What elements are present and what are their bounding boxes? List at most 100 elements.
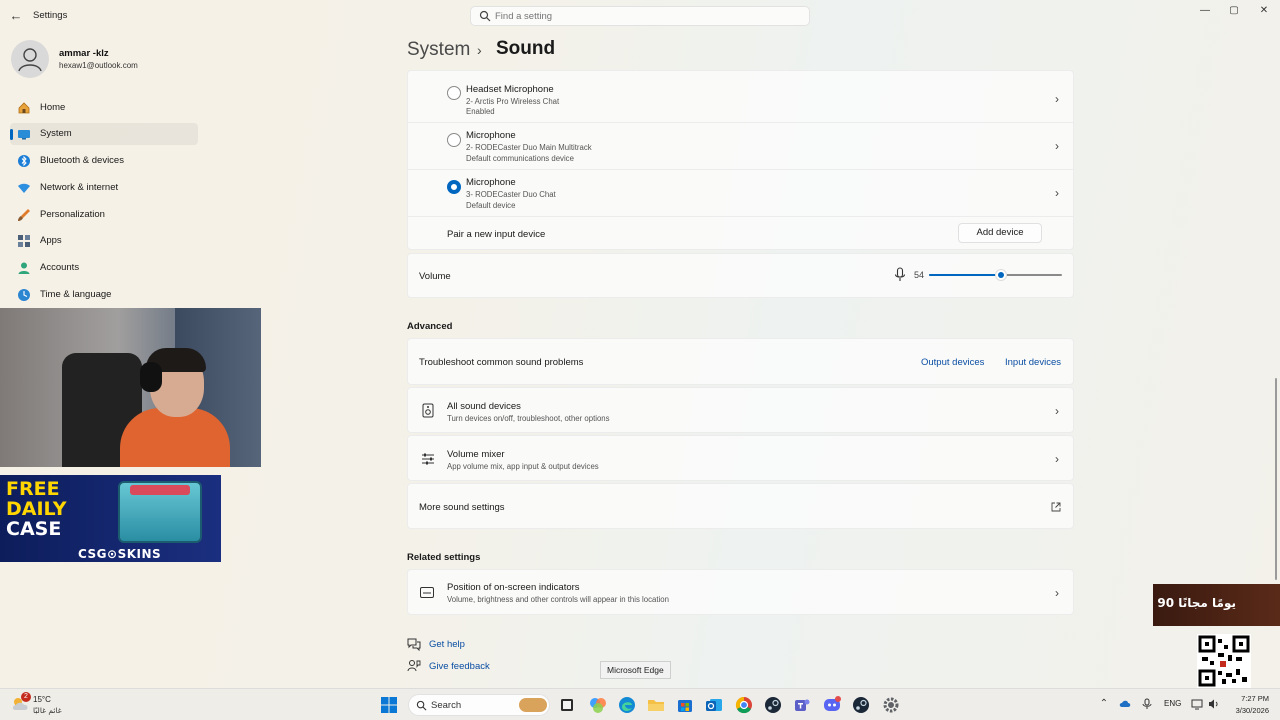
chrome-icon[interactable] [734, 695, 754, 715]
sidebar-item-bluetooth[interactable]: Bluetooth & devices [10, 150, 198, 172]
volume-icon[interactable] [1208, 698, 1220, 710]
settings-gear-icon[interactable] [881, 695, 901, 715]
mixer-icon [422, 453, 434, 465]
edge-icon[interactable] [617, 695, 637, 715]
all-sound-devices-row[interactable]: All sound devices Turn devices on/off, t… [407, 387, 1074, 433]
sidebar-item-label: Accounts [40, 262, 80, 273]
tray-microphone-icon[interactable] [1141, 698, 1153, 710]
title-bar: ← Settings — ▢ ✕ [0, 0, 1280, 32]
onscreen-indicators-row[interactable]: Position of on-screen indicators Volume,… [407, 569, 1074, 615]
store-icon[interactable] [675, 695, 695, 715]
chevron-right-icon: › [1055, 186, 1059, 200]
volume-value: 54 [914, 270, 925, 280]
search-icon [479, 10, 491, 22]
avatar[interactable] [11, 40, 49, 78]
teams-icon[interactable] [792, 695, 812, 715]
volume-slider[interactable] [929, 269, 1062, 281]
device-detail: 2- RODECaster Duo Main Multitrack [466, 143, 592, 152]
input-device-row[interactable]: Headset Microphone 2- Arctis Pro Wireles… [408, 71, 1073, 122]
ad-headline: FREE DAILY CASE [6, 479, 96, 539]
minimize-button[interactable]: — [1195, 4, 1215, 18]
sidebar-item-label: Time & language [40, 289, 112, 300]
sidebar-item-personalization[interactable]: Personalization [10, 204, 198, 226]
windows-start-icon[interactable] [381, 697, 397, 713]
apps-icon [18, 235, 30, 247]
sidebar-item-system[interactable]: System [10, 123, 198, 145]
all-sound-devices-label: All sound devices [447, 401, 521, 412]
settings-search-box[interactable] [470, 6, 810, 26]
sidebar-item-accounts[interactable]: Accounts [10, 257, 198, 279]
webcam-headset [140, 362, 162, 392]
user-email: hexaw1@outlook.com [59, 61, 138, 70]
device-detail: 3- RODECaster Duo Chat [466, 190, 556, 199]
weather-condition: غائم غالبًا [33, 706, 62, 715]
sidebar-item-label: Home [40, 102, 66, 113]
input-devices-link[interactable]: Input devices [1005, 357, 1061, 368]
display-icon[interactable] [1191, 698, 1203, 710]
breadcrumb-parent[interactable]: System [407, 39, 470, 61]
sidebar-item-network[interactable]: Network & internet [10, 177, 198, 199]
onscreen-indicators-sub: Volume, brightness and other controls wi… [447, 595, 669, 604]
accounts-icon [18, 262, 30, 274]
volume-mixer-row[interactable]: Volume mixer App volume mix, app input &… [407, 435, 1074, 481]
user-name: ammar -klz [59, 48, 109, 59]
clock-time: 7:27 PM [1241, 694, 1269, 703]
chevron-right-icon: › [1055, 92, 1059, 106]
qr-code-icon [1197, 634, 1251, 688]
ad-brand: CSG⊙SKINS [78, 547, 162, 561]
open-external-icon [1051, 502, 1061, 512]
more-sound-settings-row[interactable]: More sound settings [407, 483, 1074, 529]
volume-slider-thumb[interactable] [994, 269, 1007, 281]
copilot-icon[interactable] [588, 695, 608, 715]
device-status: Enabled [466, 107, 495, 116]
input-device-row[interactable]: Microphone 3- RODECaster Duo Chat Defaul… [408, 170, 1073, 216]
device-name: Microphone [466, 130, 516, 141]
taskbar-search[interactable]: Search [408, 694, 550, 716]
language-indicator[interactable]: ENG [1164, 699, 1181, 708]
device-radio[interactable] [447, 133, 461, 147]
add-device-button[interactable]: Add device [958, 223, 1042, 243]
get-help-link[interactable]: Get help [429, 639, 465, 650]
sidebar-item-time-language[interactable]: Time & language [10, 284, 198, 306]
outlook-icon[interactable] [704, 695, 724, 715]
device-radio-selected[interactable] [447, 180, 461, 194]
promo-ad-banner[interactable]: 90 يومًا مجانًا [1153, 584, 1280, 626]
advanced-heading: Advanced [407, 321, 453, 332]
all-sound-devices-sub: Turn devices on/off, troubleshoot, other… [447, 414, 610, 423]
task-view-icon[interactable] [557, 695, 577, 715]
device-status: Default communications device [466, 154, 574, 163]
back-arrow-icon[interactable]: ← [8, 8, 24, 24]
give-feedback-link[interactable]: Give feedback [429, 661, 490, 672]
search-icon [416, 700, 427, 711]
cloud-sync-icon[interactable] [1119, 698, 1131, 710]
search-input[interactable] [495, 9, 795, 24]
file-explorer-icon[interactable] [646, 695, 666, 715]
speaker-icon [422, 403, 434, 418]
maximize-button[interactable]: ▢ [1224, 4, 1244, 18]
chevron-up-icon[interactable]: ⌃ [1098, 698, 1110, 710]
weather-badge: 2 [21, 692, 31, 702]
ad-line-2: DAILY [6, 498, 67, 520]
network-icon [18, 183, 30, 193]
breadcrumb-separator: › [477, 42, 482, 58]
page-title: Sound [496, 38, 556, 59]
pair-input-label: Pair a new input device [447, 229, 546, 240]
time-language-icon [18, 289, 30, 301]
csgoskins-ad-banner[interactable]: FREE DAILY CASE CSG⊙SKINS [0, 475, 221, 562]
steam-icon[interactable] [763, 695, 783, 715]
output-devices-link[interactable]: Output devices [921, 357, 984, 368]
discord-icon[interactable] [822, 695, 842, 715]
steam-alt-icon[interactable] [851, 695, 871, 715]
sidebar-item-label: Bluetooth & devices [40, 155, 124, 166]
sidebar-item-apps[interactable]: Apps [10, 230, 198, 252]
device-name: Headset Microphone [466, 84, 554, 95]
sidebar-item-home[interactable]: Home [10, 97, 198, 119]
vertical-scrollbar[interactable] [1275, 378, 1277, 580]
sidebar-item-label: Personalization [40, 209, 105, 220]
system-icon [18, 130, 30, 140]
chevron-right-icon: › [1055, 586, 1059, 600]
device-radio[interactable] [447, 86, 461, 100]
close-button[interactable]: ✕ [1254, 4, 1274, 18]
input-device-row[interactable]: Microphone 2- RODECaster Duo Main Multit… [408, 123, 1073, 169]
microphone-icon[interactable] [894, 267, 906, 283]
